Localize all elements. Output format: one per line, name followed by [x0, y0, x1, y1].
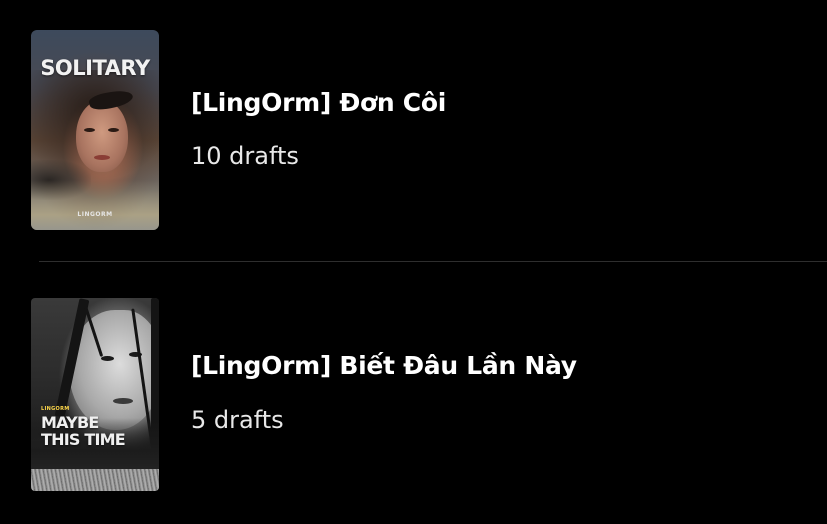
story-cover-image[interactable]: LINGORM MAYBE THIS TIME [31, 298, 159, 491]
story-cover-image[interactable]: SOLITARY LINGORM [31, 30, 159, 230]
list-item[interactable]: LINGORM MAYBE THIS TIME [LingOrm] Biết Đ… [0, 262, 827, 524]
list-item[interactable]: SOLITARY LINGORM [LingOrm] Đơn Côi 10 dr… [0, 0, 827, 262]
cover-title: SOLITARY [40, 56, 150, 80]
cover-label: LINGORM [41, 406, 70, 412]
draft-count: 5 drafts [191, 406, 284, 434]
story-list: SOLITARY LINGORM [LingOrm] Đơn Côi 10 dr… [0, 0, 827, 524]
story-title[interactable]: [LingOrm] Biết Đâu Lần Này [191, 351, 577, 380]
cover-title: MAYBE THIS TIME [41, 413, 126, 449]
draft-count: 10 drafts [191, 142, 299, 170]
story-title[interactable]: [LingOrm] Đơn Côi [191, 88, 446, 117]
cover-label: LINGORM [77, 211, 113, 218]
